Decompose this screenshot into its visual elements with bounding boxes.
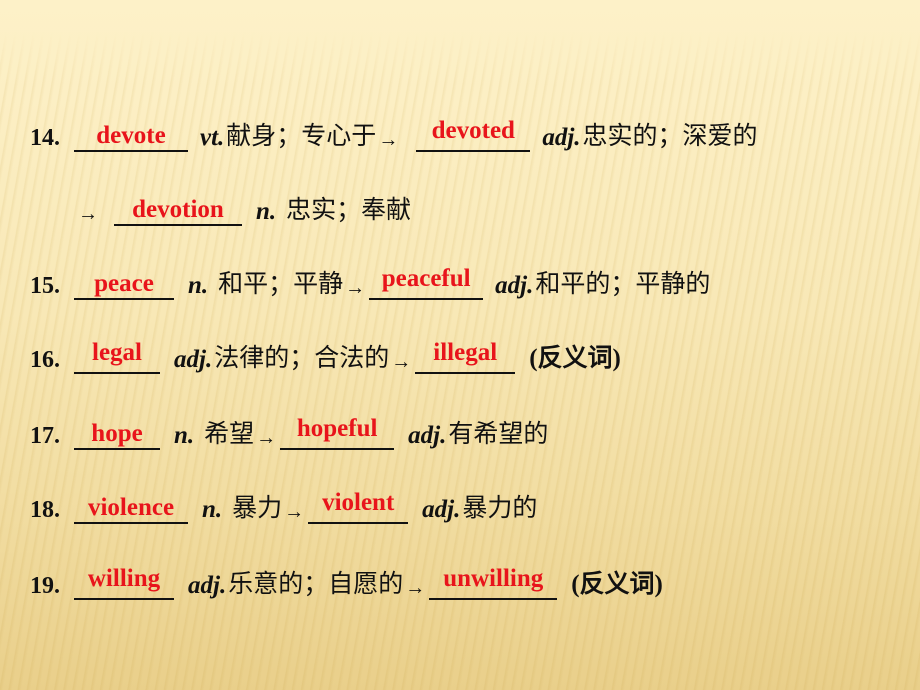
answer-text: hopeful [296,415,378,442]
part-of-speech: n. [256,198,277,225]
vocab-item-14-continued: → devotion n. 忠实；奉献 [76,186,411,226]
answer-text: devoted [431,117,515,144]
meaning-text: 暴力 [232,495,283,522]
item-number: 18. [30,497,60,523]
meaning-text: 乐意的；自愿的 [228,571,404,598]
answer-text: devotion [132,196,224,223]
answer-text: legal [92,339,142,366]
arrow-icon: → [405,577,426,599]
item-number: 16. [30,347,60,373]
answer-blank[interactable]: unwilling [429,564,558,600]
vocab-item-19: 19. willing adj. 乐意的；自愿的 → unwilling (反义… [30,560,663,600]
part-of-speech: n. [202,496,223,523]
answer-blank[interactable]: devote [74,116,188,152]
meaning-text: 忠实；奉献 [286,197,412,224]
item-number: 19. [30,573,60,599]
answer-blank[interactable]: hope [74,414,160,450]
vocab-item-18: 18. violence n. 暴力 → violent adj. 暴力的 [30,484,537,524]
answer-blank[interactable]: hopeful [280,414,395,450]
answer-text: illegal [433,339,498,366]
answer-text: peaceful [381,265,471,292]
arrow-icon: → [78,203,98,225]
meaning-text: 有希望的 [448,421,549,448]
answer-blank[interactable]: willing [74,564,174,600]
part-of-speech: vt. [200,124,225,151]
part-of-speech: adj. [422,496,461,523]
answer-blank[interactable]: peaceful [369,264,484,300]
answer-blank[interactable]: violent [308,488,409,524]
meaning-text: 忠实的；深爱的 [582,123,758,150]
item-number: 15. [30,273,60,299]
item-number: 14. [30,125,60,151]
answer-text: devote [96,122,166,149]
antonym-note: (反义词) [571,571,663,598]
part-of-speech: adj. [174,346,213,373]
answer-text: violence [87,494,175,521]
antonym-note: (反义词) [529,345,621,372]
answer-text: violent [322,489,395,516]
item-number: 17. [30,423,60,449]
answer-text: willing [87,565,161,592]
answer-blank[interactable]: peace [74,264,174,300]
part-of-speech: n. [174,422,195,449]
arrow-icon: → [284,501,305,523]
meaning-text: 和平；平静 [218,271,344,298]
answer-text: peace [94,270,154,297]
part-of-speech: adj. [542,124,581,151]
answer-text: hope [91,420,143,447]
meaning-text: 希望 [204,421,255,448]
part-of-speech: adj. [408,422,447,449]
answer-text: unwilling [443,565,544,592]
vocab-item-14: 14. devote vt. 献身；专心于 → devoted adj. 忠实的… [30,112,758,152]
answer-blank[interactable]: devoted [416,116,531,152]
arrow-icon: → [345,277,366,299]
meaning-text: 暴力的 [462,495,538,522]
vocab-item-17: 17. hope n. 希望 → hopeful adj. 有希望的 [30,410,548,450]
meaning-text: 法律的；合法的 [214,345,390,372]
answer-blank[interactable]: legal [74,338,160,374]
meaning-text: 献身；专心于 [226,123,377,150]
meaning-text: 和平的；平静的 [535,271,711,298]
part-of-speech: adj. [188,572,227,599]
vocab-item-15: 15. peace n. 和平；平静 → peaceful adj. 和平的；平… [30,260,710,300]
answer-blank[interactable]: devotion [114,190,242,226]
answer-blank[interactable]: illegal [415,338,516,374]
part-of-speech: n. [188,272,209,299]
arrow-icon: → [391,351,412,373]
vocab-item-16: 16. legal adj. 法律的；合法的 → illegal (反义词) [30,334,621,374]
part-of-speech: adj. [495,272,534,299]
arrow-icon: → [256,427,277,449]
answer-blank[interactable]: violence [74,488,188,524]
arrow-icon: → [378,129,399,151]
